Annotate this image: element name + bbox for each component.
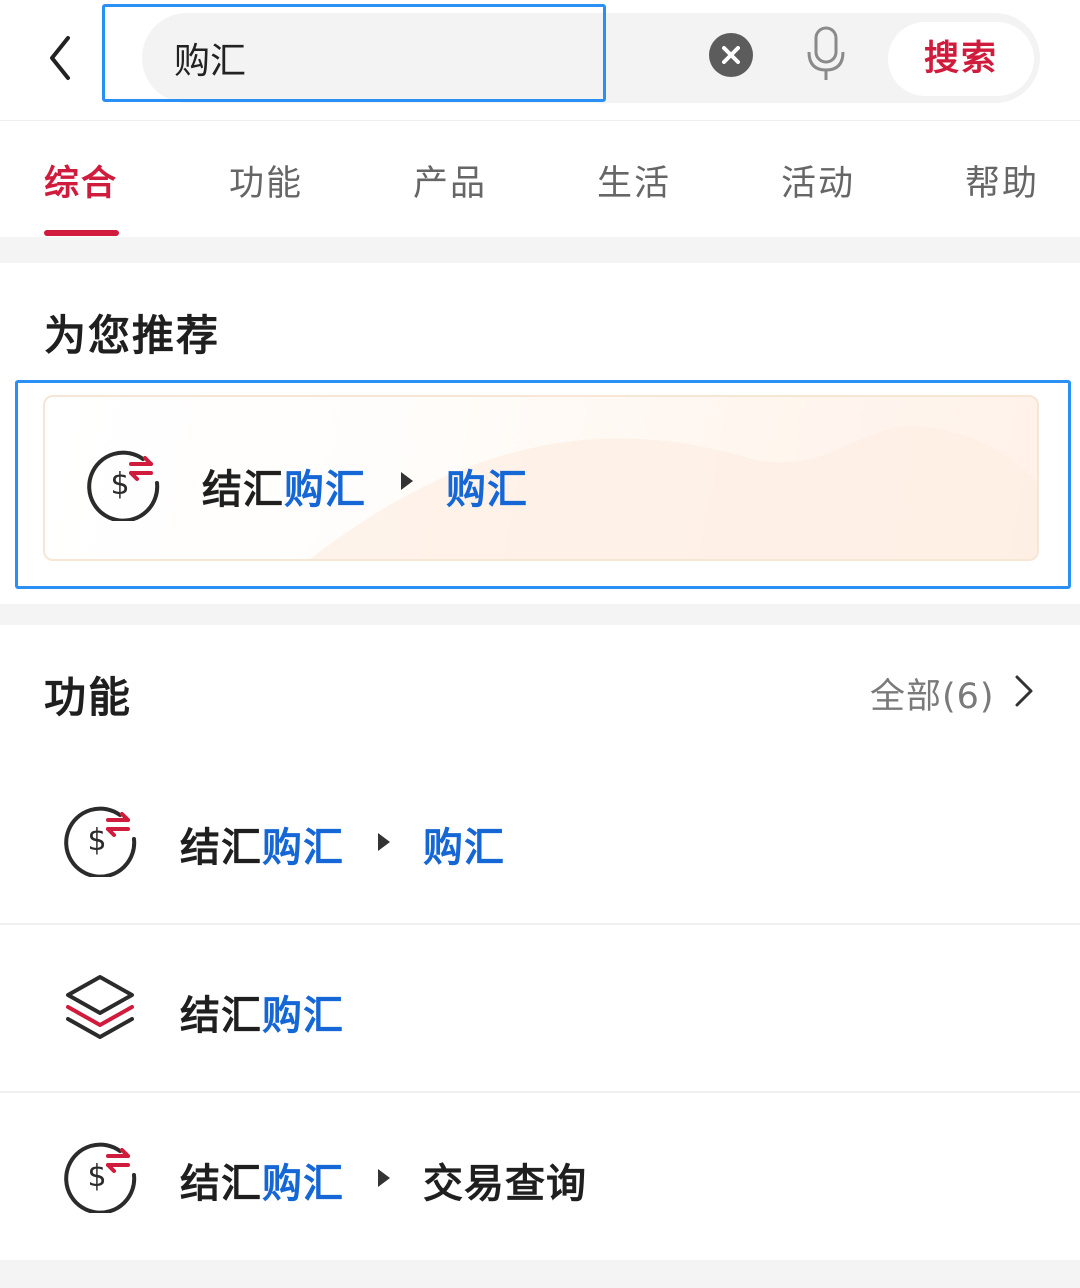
tab-comprehensive[interactable]: 综合 xyxy=(44,155,118,206)
close-icon xyxy=(722,46,740,64)
tab-activities[interactable]: 活动 xyxy=(781,155,855,206)
function-row[interactable]: $ 结汇购汇 交易查询 xyxy=(0,1093,1080,1260)
tab-life[interactable]: 生活 xyxy=(597,155,671,206)
tab-functions[interactable]: 功能 xyxy=(229,155,303,206)
function-item-sub: 交易查询 xyxy=(423,1161,587,1207)
top-bar: 搜索 xyxy=(0,0,1080,121)
clear-button[interactable] xyxy=(709,33,753,77)
view-all-link[interactable]: 全部(6) xyxy=(870,668,995,719)
function-item-title: 结汇购汇 xyxy=(180,1161,344,1207)
voice-button[interactable] xyxy=(803,24,849,86)
svg-text:$: $ xyxy=(87,823,106,858)
section-divider xyxy=(0,604,1080,625)
tab-products[interactable]: 产品 xyxy=(413,155,487,206)
function-row[interactable]: 结汇购汇 xyxy=(0,925,1080,1092)
function-row[interactable]: $ 结汇购汇 购汇 xyxy=(0,757,1080,924)
search-button[interactable]: 搜索 xyxy=(888,22,1034,96)
svg-text:$: $ xyxy=(87,1159,106,1194)
function-item-sub: 购汇 xyxy=(423,825,505,871)
functions-title: 功能 xyxy=(44,673,133,722)
search-input[interactable] xyxy=(174,32,594,84)
function-item-title: 结汇购汇 xyxy=(180,825,344,871)
tab-help[interactable]: 帮助 xyxy=(965,155,1039,206)
caret-right-icon xyxy=(378,833,390,851)
section-divider xyxy=(0,1260,1080,1288)
function-item-title: 结汇购汇 xyxy=(180,993,344,1039)
recommend-title: 为您推荐 xyxy=(44,311,221,360)
recommend-card-highlight xyxy=(15,380,1071,589)
back-button[interactable] xyxy=(38,30,88,86)
chevron-right-icon[interactable] xyxy=(1012,672,1036,710)
caret-right-icon xyxy=(378,1169,390,1187)
dollar-exchange-icon: $ xyxy=(64,806,137,877)
category-tabs: 综合 功能 产品 生活 活动 帮助 xyxy=(0,121,1080,237)
section-divider xyxy=(0,237,1080,263)
layers-icon xyxy=(66,975,134,1039)
active-tab-indicator xyxy=(44,230,119,236)
microphone-icon xyxy=(807,26,845,80)
dollar-exchange-icon: $ xyxy=(64,1142,137,1213)
chevron-left-icon xyxy=(50,36,70,80)
